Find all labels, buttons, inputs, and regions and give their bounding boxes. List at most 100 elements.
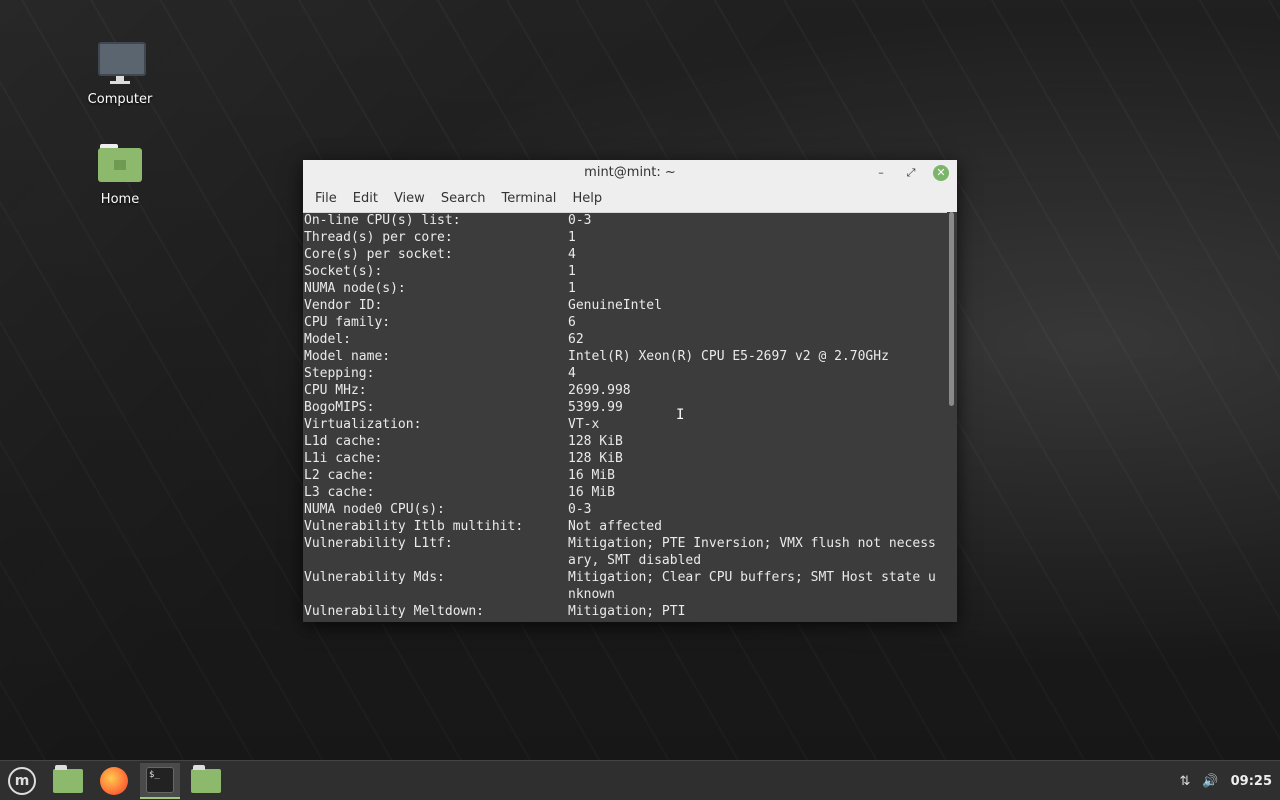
terminal-key: NUMA node(s): <box>304 281 406 296</box>
terminal-value: GenuineIntel <box>568 298 662 313</box>
clock[interactable]: 09:25 <box>1231 774 1272 789</box>
desktop-icon-label: Computer <box>87 92 153 107</box>
terminal-line: Core(s) per socket: 4 <box>303 246 947 263</box>
taskbar-firefox[interactable] <box>94 763 134 799</box>
terminal-key: Thread(s) per core: <box>304 230 453 245</box>
terminal-value: 4 <box>568 366 576 381</box>
scrollbar-thumb[interactable] <box>949 212 954 406</box>
menu-bar: File Edit View Search Terminal Help <box>303 186 957 213</box>
computer-icon <box>96 40 146 88</box>
terminal-value: 4 <box>568 247 576 262</box>
terminal-line: L1d cache: 128 KiB <box>303 433 947 450</box>
terminal-value: Intel(R) Xeon(R) CPU E5-2697 v2 @ 2.70GH… <box>568 349 889 364</box>
desktop-icon-label: Home <box>100 192 140 207</box>
terminal-key: BogoMIPS: <box>304 400 375 415</box>
minimize-button[interactable]: – <box>873 165 889 181</box>
terminal-window: mint@mint: ~ – ⤢ ✕ File Edit View Search… <box>303 160 957 622</box>
terminal-line: L3 cache: 16 MiB <box>303 484 947 501</box>
terminal-key: L1d cache: <box>304 434 383 449</box>
taskbar-show-desktop[interactable] <box>48 763 88 799</box>
terminal-key: NUMA node0 CPU(s): <box>304 502 445 517</box>
terminal-key <box>303 552 568 569</box>
window-titlebar[interactable]: mint@mint: ~ – ⤢ ✕ <box>303 160 957 186</box>
taskbar-terminal[interactable]: $_ <box>140 763 180 799</box>
terminal-value: 128 KiB <box>568 451 623 466</box>
menu-edit[interactable]: Edit <box>345 186 386 212</box>
terminal-key: Vulnerability Mds: <box>304 570 445 585</box>
close-button[interactable]: ✕ <box>933 165 949 181</box>
volume-icon[interactable]: 🔊 <box>1202 774 1218 789</box>
terminal-value: 2699.998 <box>568 383 631 398</box>
terminal-output[interactable]: On-line CPU(s) list: 0-3 Thread(s) per cor… <box>303 212 947 622</box>
terminal-line: CPU family: 6 <box>303 314 947 331</box>
terminal-line: Stepping: 4 <box>303 365 947 382</box>
terminal-key: L3 cache: <box>304 485 375 500</box>
terminal-value: 16 MiB <box>568 485 615 500</box>
terminal-icon: $_ <box>146 767 174 793</box>
text-cursor-icon: I <box>676 407 685 423</box>
terminal-key: Model: <box>304 332 351 347</box>
terminal-key: L2 cache: <box>304 468 375 483</box>
terminal-line: L2 cache: 16 MiB <box>303 467 947 484</box>
terminal-value: 1 <box>568 264 576 279</box>
terminal-key: CPU MHz: <box>304 383 367 398</box>
mint-logo-icon: m <box>8 767 36 795</box>
terminal-line: Vendor ID: GenuineIntel <box>303 297 947 314</box>
terminal-key: Vulnerability L1tf: <box>304 536 453 551</box>
terminal-key: Vendor ID: <box>304 298 383 313</box>
menu-terminal[interactable]: Terminal <box>493 186 564 212</box>
terminal-value: nknown <box>568 587 615 602</box>
menu-file[interactable]: File <box>307 186 345 212</box>
terminal-line: Vulnerability Mds: Mitigation; Clear CPU … <box>303 569 947 586</box>
terminal-value: 0-3 <box>568 213 592 228</box>
menu-help[interactable]: Help <box>564 186 610 212</box>
desktop-icon <box>53 765 83 793</box>
terminal-key: Virtualization: <box>304 417 422 432</box>
firefox-icon <box>100 767 128 795</box>
terminal-line: NUMA node0 CPU(s): 0-3 <box>303 501 947 518</box>
terminal-key: CPU family: <box>304 315 391 330</box>
terminal-line: nknown <box>303 586 947 603</box>
system-tray: ⇅ 🔊 09:25 <box>1180 761 1272 800</box>
window-title: mint@mint: ~ <box>584 165 676 180</box>
terminal-value: 6 <box>568 315 576 330</box>
terminal-value: Mitigation; PTE Inversion; VMX flush not… <box>568 536 936 551</box>
terminal-line: Thread(s) per core: 1 <box>303 229 947 246</box>
terminal-value: Mitigation; Clear CPU buffers; SMT Host … <box>568 570 936 585</box>
network-icon[interactable]: ⇅ <box>1180 774 1191 789</box>
terminal-line: CPU MHz: 2699.998 <box>303 382 947 399</box>
terminal-value: 1 <box>568 281 576 296</box>
menu-view[interactable]: View <box>386 186 433 212</box>
terminal-line: BogoMIPS: 5399.99 <box>303 399 947 416</box>
terminal-key: Socket(s): <box>304 264 383 279</box>
terminal-value: Mitigation; PTI <box>568 604 686 619</box>
terminal-key: L1i cache: <box>304 451 383 466</box>
desktop-icon-home[interactable]: Home <box>70 140 170 207</box>
terminal-line: Virtualization: VT-x <box>303 416 947 433</box>
terminal-key: Vulnerability Itlb multihit: <box>304 519 524 534</box>
home-folder-icon <box>96 140 144 188</box>
terminal-line: On-line CPU(s) list: 0-3 <box>303 212 947 229</box>
terminal-line: NUMA node(s): 1 <box>303 280 947 297</box>
menu-search[interactable]: Search <box>433 186 494 212</box>
terminal-line: Socket(s): 1 <box>303 263 947 280</box>
terminal-key: On-line CPU(s) list: <box>304 213 461 228</box>
terminal-value: VT-x <box>568 417 600 432</box>
terminal-key: Stepping: <box>304 366 375 381</box>
terminal-line: Vulnerability Itlb multihit: Not affected <box>303 518 947 535</box>
taskbar: m $_ ⇅ 🔊 09:25 <box>0 760 1280 800</box>
folder-icon <box>191 765 221 793</box>
terminal-key <box>303 586 568 603</box>
terminal-line: Model name: Intel(R) Xeon(R) CPU E5-2697 … <box>303 348 947 365</box>
terminal-value: 5399.99 <box>568 400 623 415</box>
terminal-line: L1i cache: 128 KiB <box>303 450 947 467</box>
taskbar-files[interactable] <box>186 763 226 799</box>
terminal-line: Model: 62 <box>303 331 947 348</box>
maximize-button[interactable]: ⤢ <box>903 165 919 181</box>
terminal-key: Model name: <box>304 349 391 364</box>
desktop-icon-computer[interactable]: Computer <box>70 40 170 107</box>
menu-button[interactable]: m <box>2 763 42 799</box>
terminal-line: ary, SMT disabled <box>303 552 947 569</box>
terminal-key: Vulnerability Meltdown: <box>304 604 485 619</box>
terminal-line: Vulnerability L1tf: Mitigation; PTE Inver… <box>303 535 947 552</box>
